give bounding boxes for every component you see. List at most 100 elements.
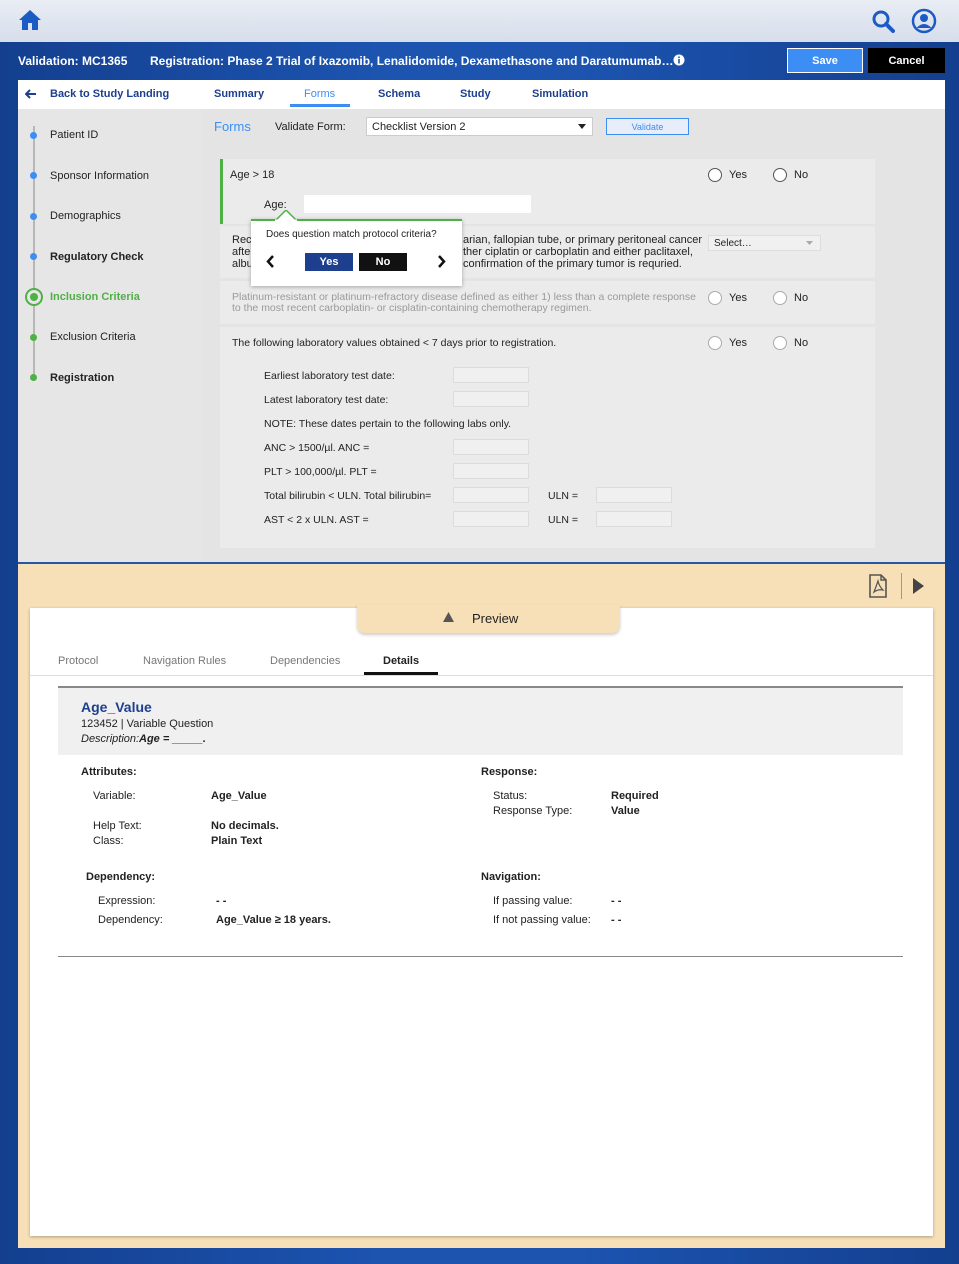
response-select-placeholder: Select… — [714, 238, 752, 249]
anc-input[interactable] — [453, 439, 529, 455]
variable-name: Age_Value — [81, 699, 152, 715]
plt-input[interactable] — [453, 463, 529, 479]
uln-label: ULN = — [548, 514, 579, 526]
age-input[interactable] — [304, 195, 531, 213]
radio-no-label: No — [794, 337, 809, 349]
step-dot — [30, 213, 37, 220]
tab-study[interactable]: Study — [460, 88, 491, 100]
validation-id: Validation: MC1365 — [18, 54, 128, 68]
sidebar-item-patient-id[interactable]: Patient ID — [50, 129, 98, 141]
step-dot — [30, 132, 37, 139]
radio-yes-label: Yes — [729, 292, 747, 304]
response-type-label: Response Type: — [493, 805, 573, 817]
question-text: ther ciplatin or carboplatin and either … — [463, 246, 693, 258]
chevron-left-icon[interactable] — [266, 255, 275, 268]
current-step-dot — [30, 293, 38, 301]
tab-navigation-rules[interactable]: Navigation Rules — [143, 655, 226, 667]
validate-button[interactable]: Validate — [606, 118, 689, 135]
variable-label: Variable: — [93, 790, 136, 802]
description-value: Age = _____. — [139, 733, 206, 745]
radio-yes[interactable] — [708, 168, 722, 182]
cancel-button[interactable]: Cancel — [868, 48, 945, 73]
status-value: Required — [611, 790, 659, 802]
help-text-value: No decimals. — [211, 820, 279, 832]
expression-label: Expression: — [98, 895, 156, 907]
radio-no-label: No — [794, 292, 809, 304]
tab-forms[interactable]: Forms — [304, 88, 335, 100]
validate-form-label: Validate Form: — [275, 121, 346, 133]
radio-yes-label: Yes — [729, 169, 747, 181]
tab-dependencies[interactable]: Dependencies — [270, 655, 340, 667]
divider — [901, 573, 902, 599]
radio-no[interactable] — [773, 336, 787, 350]
plt-label: PLT > 100,000/µl. PLT = — [264, 466, 377, 478]
popup-yes-button[interactable]: Yes — [305, 253, 353, 271]
caret-up-icon — [443, 612, 454, 622]
earliest-date-label: Earliest laboratory test date: — [264, 370, 395, 382]
question-text: arian, fallopian tube, or primary perito… — [463, 234, 703, 246]
latest-date-input[interactable] — [453, 391, 529, 407]
radio-no[interactable] — [773, 291, 787, 305]
anc-label: ANC > 1500/µl. ANC = — [264, 442, 370, 454]
play-icon[interactable] — [913, 578, 924, 594]
checklist-select-value: Checklist Version 2 — [372, 121, 466, 133]
question-text: Rec — [232, 234, 252, 246]
sidebar-item-exclusion-criteria[interactable]: Exclusion Criteria — [50, 331, 136, 343]
description-label: Description: — [81, 733, 140, 745]
expression-value: - - — [216, 895, 227, 907]
tab-details[interactable]: Details — [383, 655, 419, 667]
chevron-down-icon — [578, 124, 586, 129]
radio-yes[interactable] — [708, 336, 722, 350]
popup-no-button[interactable]: No — [359, 253, 407, 271]
sidebar-item-regulatory-check[interactable]: Regulatory Check — [50, 251, 144, 263]
step-dot — [30, 253, 37, 260]
response-type-value: Value — [611, 805, 640, 817]
chevron-down-icon — [806, 241, 813, 245]
sidebar-item-inclusion-criteria[interactable]: Inclusion Criteria — [50, 291, 140, 303]
bilirubin-uln-input[interactable] — [596, 487, 672, 503]
bilirubin-label: Total bilirubin < ULN. Total bilirubin= — [264, 490, 432, 502]
tab-simulation[interactable]: Simulation — [532, 88, 588, 100]
radio-no[interactable] — [773, 168, 787, 182]
pdf-icon[interactable] — [868, 574, 888, 598]
info-icon[interactable] — [673, 54, 685, 66]
ast-uln-input[interactable] — [596, 511, 672, 527]
user-icon[interactable] — [911, 8, 937, 34]
variable-meta: 123452 | Variable Question — [81, 718, 214, 730]
search-icon[interactable] — [871, 9, 895, 33]
home-icon[interactable] — [18, 9, 42, 31]
not-passing-value: - - — [611, 914, 622, 926]
bilirubin-input[interactable] — [453, 487, 529, 503]
sidebar-item-demographics[interactable]: Demographics — [50, 210, 121, 222]
status-label: Status: — [493, 790, 528, 802]
help-text-label: Help Text: — [93, 820, 142, 832]
earliest-date-input[interactable] — [453, 367, 529, 383]
radio-yes-label: Yes — [729, 337, 747, 349]
popup-pointer — [275, 210, 297, 221]
ast-label: AST < 2 x ULN. AST = — [264, 514, 369, 526]
tabs-divider — [30, 675, 933, 676]
top-bar — [0, 0, 959, 42]
tab-schema[interactable]: Schema — [378, 88, 420, 100]
radio-yes[interactable] — [708, 291, 722, 305]
chevron-right-icon[interactable] — [437, 255, 446, 268]
preview-drawer-header — [18, 562, 945, 608]
sidebar-item-sponsor-information[interactable]: Sponsor Information — [50, 170, 149, 182]
forms-title: Forms — [214, 119, 251, 134]
save-button[interactable]: Save — [787, 48, 863, 73]
tab-summary[interactable]: Summary — [214, 88, 264, 100]
class-value: Plain Text — [211, 835, 263, 847]
ast-input[interactable] — [453, 511, 529, 527]
response-title: Response: — [481, 766, 538, 778]
passing-value-label: If passing value: — [493, 895, 573, 907]
dependency-value: Age_Value ≥ 18 years. — [216, 914, 331, 926]
latest-date-label: Latest laboratory test date: — [264, 394, 389, 406]
question-text: The following laboratory values obtained… — [232, 337, 557, 349]
question-text: confirmation of the primary tumor is req… — [463, 258, 682, 270]
back-arrow-icon[interactable] — [25, 89, 37, 99]
step-dot — [30, 334, 37, 341]
sidebar-item-registration[interactable]: Registration — [50, 372, 114, 384]
step-dot — [30, 172, 37, 179]
back-to-study-link[interactable]: Back to Study Landing — [50, 88, 169, 100]
tab-protocol[interactable]: Protocol — [58, 655, 98, 667]
